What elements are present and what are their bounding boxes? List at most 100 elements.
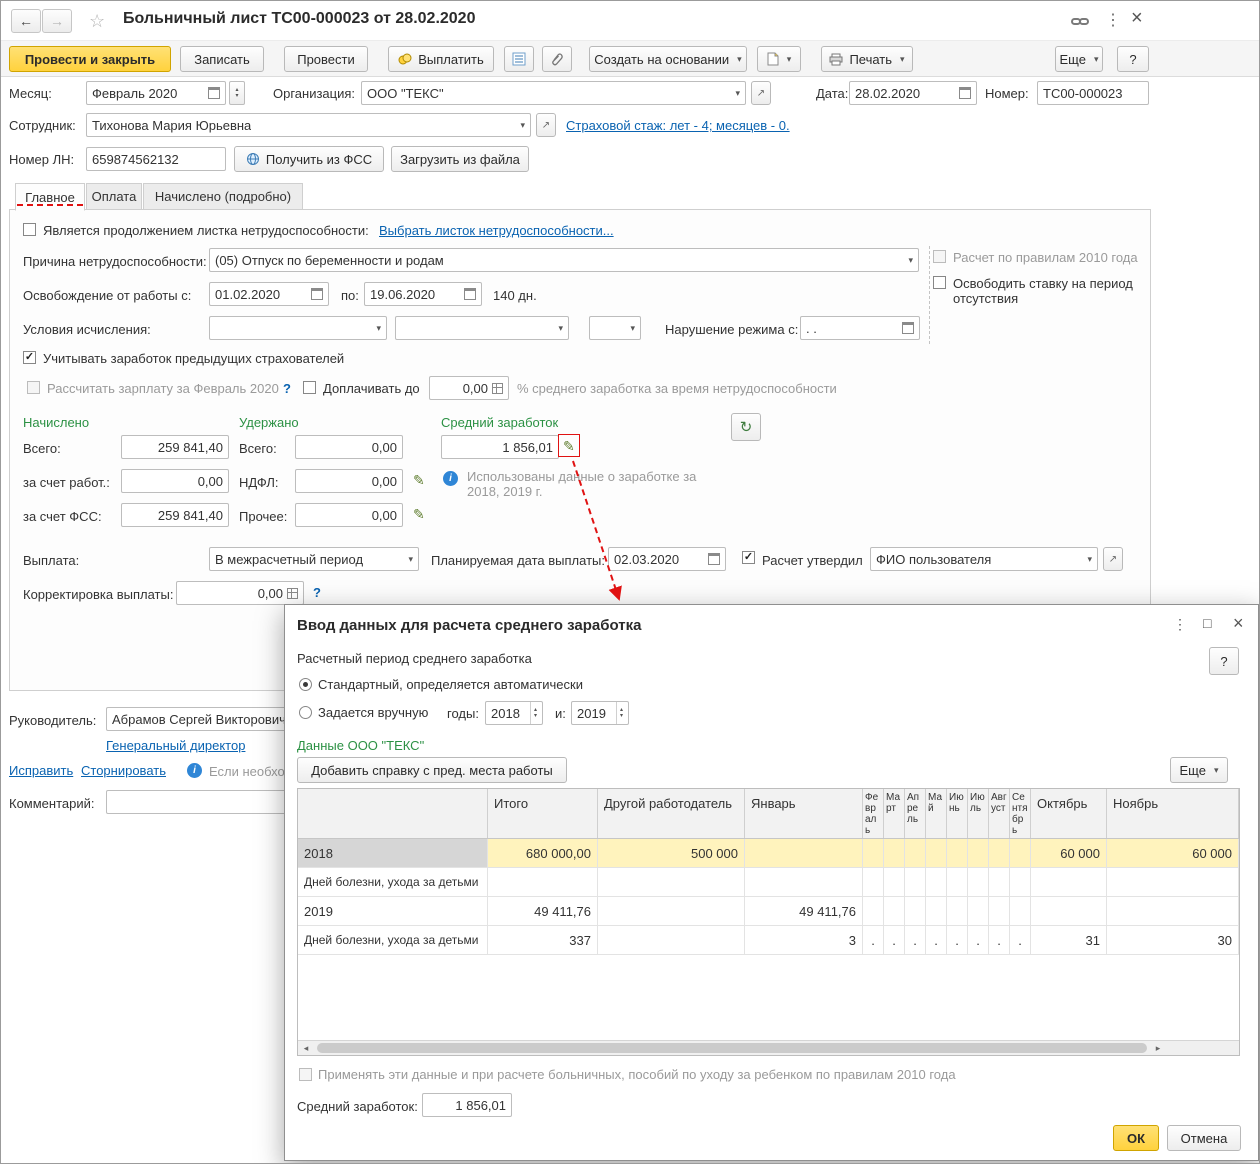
accrued-employer-field[interactable]: 0,00	[121, 469, 229, 493]
chevron-down-icon[interactable]: ▾	[908, 255, 913, 266]
accrued-fss-field[interactable]: 259 841,40	[121, 503, 229, 527]
post-button[interactable]: Провести	[284, 46, 368, 72]
document-actions-button[interactable]: ▾	[757, 46, 801, 72]
forward-button[interactable]: →	[42, 9, 72, 33]
year-from-stepper[interactable]: ▴ ▾	[529, 702, 537, 724]
calc-salary-checkbox[interactable]	[27, 381, 40, 394]
avg-earnings-field[interactable]: 1 856,01	[441, 435, 559, 459]
cell[interactable]	[1031, 868, 1107, 896]
year-to-stepper[interactable]: ▴ ▾	[615, 702, 623, 724]
cell[interactable]: .	[926, 926, 947, 954]
cell[interactable]	[488, 868, 598, 896]
cancel-button[interactable]: Отмена	[1167, 1125, 1241, 1151]
date-field[interactable]: 28.02.2020	[849, 81, 977, 105]
cell[interactable]	[884, 839, 905, 867]
cell[interactable]: Дней болезни, ухода за детьми	[298, 926, 488, 954]
scroll-left-icon[interactable]: ◂	[298, 1043, 314, 1054]
employee-open-button[interactable]: ↗	[536, 113, 556, 137]
cell[interactable]: .	[968, 926, 989, 954]
cell[interactable]: 337	[488, 926, 598, 954]
chevron-down-icon[interactable]: ▾	[520, 120, 525, 131]
print-button[interactable]: Печать ▾	[821, 46, 913, 72]
cell[interactable]: 60 000	[1107, 839, 1239, 867]
refresh-button[interactable]: ↻	[731, 413, 761, 441]
dialog-more-button[interactable]: Еще ▾	[1170, 757, 1228, 783]
dialog-close-icon[interactable]: ×	[1233, 613, 1244, 634]
continuation-checkbox[interactable]	[23, 223, 36, 236]
cell[interactable]	[989, 839, 1010, 867]
cell[interactable]	[926, 868, 947, 896]
number-field[interactable]: ТС00-000023	[1037, 81, 1149, 105]
chevron-down-icon[interactable]: ▾	[735, 88, 740, 99]
calendar-icon[interactable]	[902, 322, 914, 334]
calendar-icon[interactable]	[311, 288, 323, 300]
cell[interactable]	[884, 868, 905, 896]
dialog-menu-icon[interactable]: ⋮	[1173, 616, 1187, 633]
attachments-button[interactable]	[542, 46, 572, 72]
create-based-on-button[interactable]: Создать на основании ▾	[589, 46, 747, 72]
approver-open-button[interactable]: ↗	[1103, 547, 1123, 571]
cell[interactable]	[1107, 897, 1239, 925]
cell[interactable]: 60 000	[1031, 839, 1107, 867]
horizontal-scrollbar[interactable]: ◂ ▸	[298, 1040, 1239, 1055]
violation-date-field[interactable]: . .	[800, 316, 920, 340]
cell[interactable]: .	[947, 926, 968, 954]
cell[interactable]: 49 411,76	[745, 897, 863, 925]
pay-up-checkbox[interactable]	[303, 381, 316, 394]
cell[interactable]	[947, 839, 968, 867]
withheld-total-field[interactable]: 0,00	[295, 435, 403, 459]
cell[interactable]	[1010, 868, 1031, 896]
correction-help-link[interactable]: ?	[313, 585, 321, 600]
cell[interactable]: 31	[1031, 926, 1107, 954]
fix-link[interactable]: Исправить	[9, 763, 73, 778]
cell[interactable]: 3	[745, 926, 863, 954]
payment-combo[interactable]: В межрасчетный период ▾	[209, 547, 419, 571]
chevron-down-icon[interactable]: ▾	[558, 323, 563, 334]
plan-date-field[interactable]: 02.03.2020	[608, 547, 726, 571]
titlebar-menu-icon[interactable]: ⋮	[1105, 10, 1121, 30]
pay-register-button[interactable]	[504, 46, 534, 72]
cell[interactable]: .	[989, 926, 1010, 954]
cell[interactable]	[1107, 868, 1239, 896]
pay-up-field[interactable]: 0,00	[429, 376, 509, 400]
cell[interactable]	[1010, 897, 1031, 925]
stepper-down-icon[interactable]: ▾	[534, 713, 537, 719]
cell[interactable]	[926, 839, 947, 867]
choose-sheet-link[interactable]: Выбрать листок нетрудоспособности...	[379, 223, 614, 238]
load-from-file-button[interactable]: Загрузить из файла	[391, 146, 529, 172]
cell[interactable]: .	[884, 926, 905, 954]
cell[interactable]	[745, 839, 863, 867]
cell[interactable]	[968, 868, 989, 896]
get-from-fss-button[interactable]: Получить из ФСС	[234, 146, 384, 172]
insurance-experience-link[interactable]: Страховой стаж: лет - 4; месяцев - 0.	[566, 118, 790, 133]
sick-leave-number-field[interactable]: 659874562132	[86, 147, 226, 171]
cell[interactable]	[884, 897, 905, 925]
cell[interactable]	[989, 868, 1010, 896]
cell[interactable]: 680 000,00	[488, 839, 598, 867]
cell[interactable]	[968, 839, 989, 867]
conditions-combo-1[interactable]: ▾	[209, 316, 387, 340]
cell[interactable]	[905, 897, 926, 925]
stepper-down-icon[interactable]: ▾	[235, 93, 238, 99]
ndfl-field[interactable]: 0,00	[295, 469, 403, 493]
cell[interactable]: .	[1010, 926, 1031, 954]
cell[interactable]: 2018	[298, 839, 488, 867]
cell[interactable]: 2019	[298, 897, 488, 925]
calendar-icon[interactable]	[464, 288, 476, 300]
calendar-icon[interactable]	[959, 87, 971, 99]
copy-link-icon[interactable]	[1071, 13, 1089, 29]
cell[interactable]	[863, 868, 884, 896]
calendar-icon[interactable]	[208, 87, 220, 99]
cell[interactable]	[863, 839, 884, 867]
window-close-icon[interactable]: ×	[1131, 7, 1143, 30]
tab-accrued-detail[interactable]: Начислено (подробно)	[143, 183, 303, 210]
pay-button[interactable]: Выплатить	[388, 46, 494, 72]
chevron-down-icon[interactable]: ▾	[630, 323, 635, 334]
cell[interactable]	[947, 868, 968, 896]
cell[interactable]	[1010, 839, 1031, 867]
accrued-total-field[interactable]: 259 841,40	[121, 435, 229, 459]
manual-period-radio[interactable]	[299, 706, 312, 719]
dialog-avg-field[interactable]: 1 856,01	[422, 1093, 512, 1117]
tab-payment[interactable]: Оплата	[86, 183, 142, 210]
cell[interactable]: .	[905, 926, 926, 954]
